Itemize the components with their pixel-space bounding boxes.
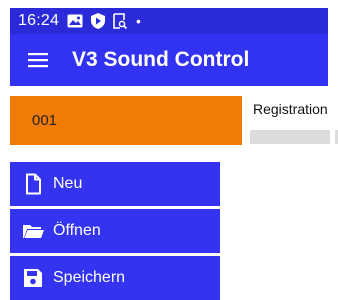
app-bar: V3 Sound Control	[10, 34, 328, 86]
folder-open-icon	[21, 219, 45, 243]
preset-number-field[interactable]: 001	[10, 96, 242, 145]
registration-bar	[250, 130, 330, 144]
new-file-icon	[21, 172, 45, 196]
save-icon	[21, 266, 45, 290]
menu-item-new[interactable]: Neu	[10, 162, 220, 206]
menu-item-label: Neu	[53, 175, 83, 192]
app-title: V3 Sound Control	[72, 48, 250, 71]
shield-play-icon	[91, 13, 106, 29]
status-bar: 16:24 •	[10, 8, 328, 34]
file-menu: Neu Öffnen Speichern	[10, 162, 220, 300]
menu-item-open[interactable]: Öffnen	[10, 209, 220, 253]
image-icon	[67, 14, 83, 28]
menu-item-label: Speichern	[53, 269, 126, 286]
preset-number: 001	[32, 112, 58, 129]
status-time: 16:24	[18, 12, 60, 29]
registration-label: Registration	[253, 101, 328, 117]
menu-item-label: Öffnen	[53, 222, 101, 239]
screenshot-icon	[113, 13, 128, 29]
menu-item-save[interactable]: Speichern	[10, 256, 220, 300]
notification-dot-icon: •	[136, 13, 141, 29]
hamburger-menu-icon[interactable]	[28, 52, 48, 68]
